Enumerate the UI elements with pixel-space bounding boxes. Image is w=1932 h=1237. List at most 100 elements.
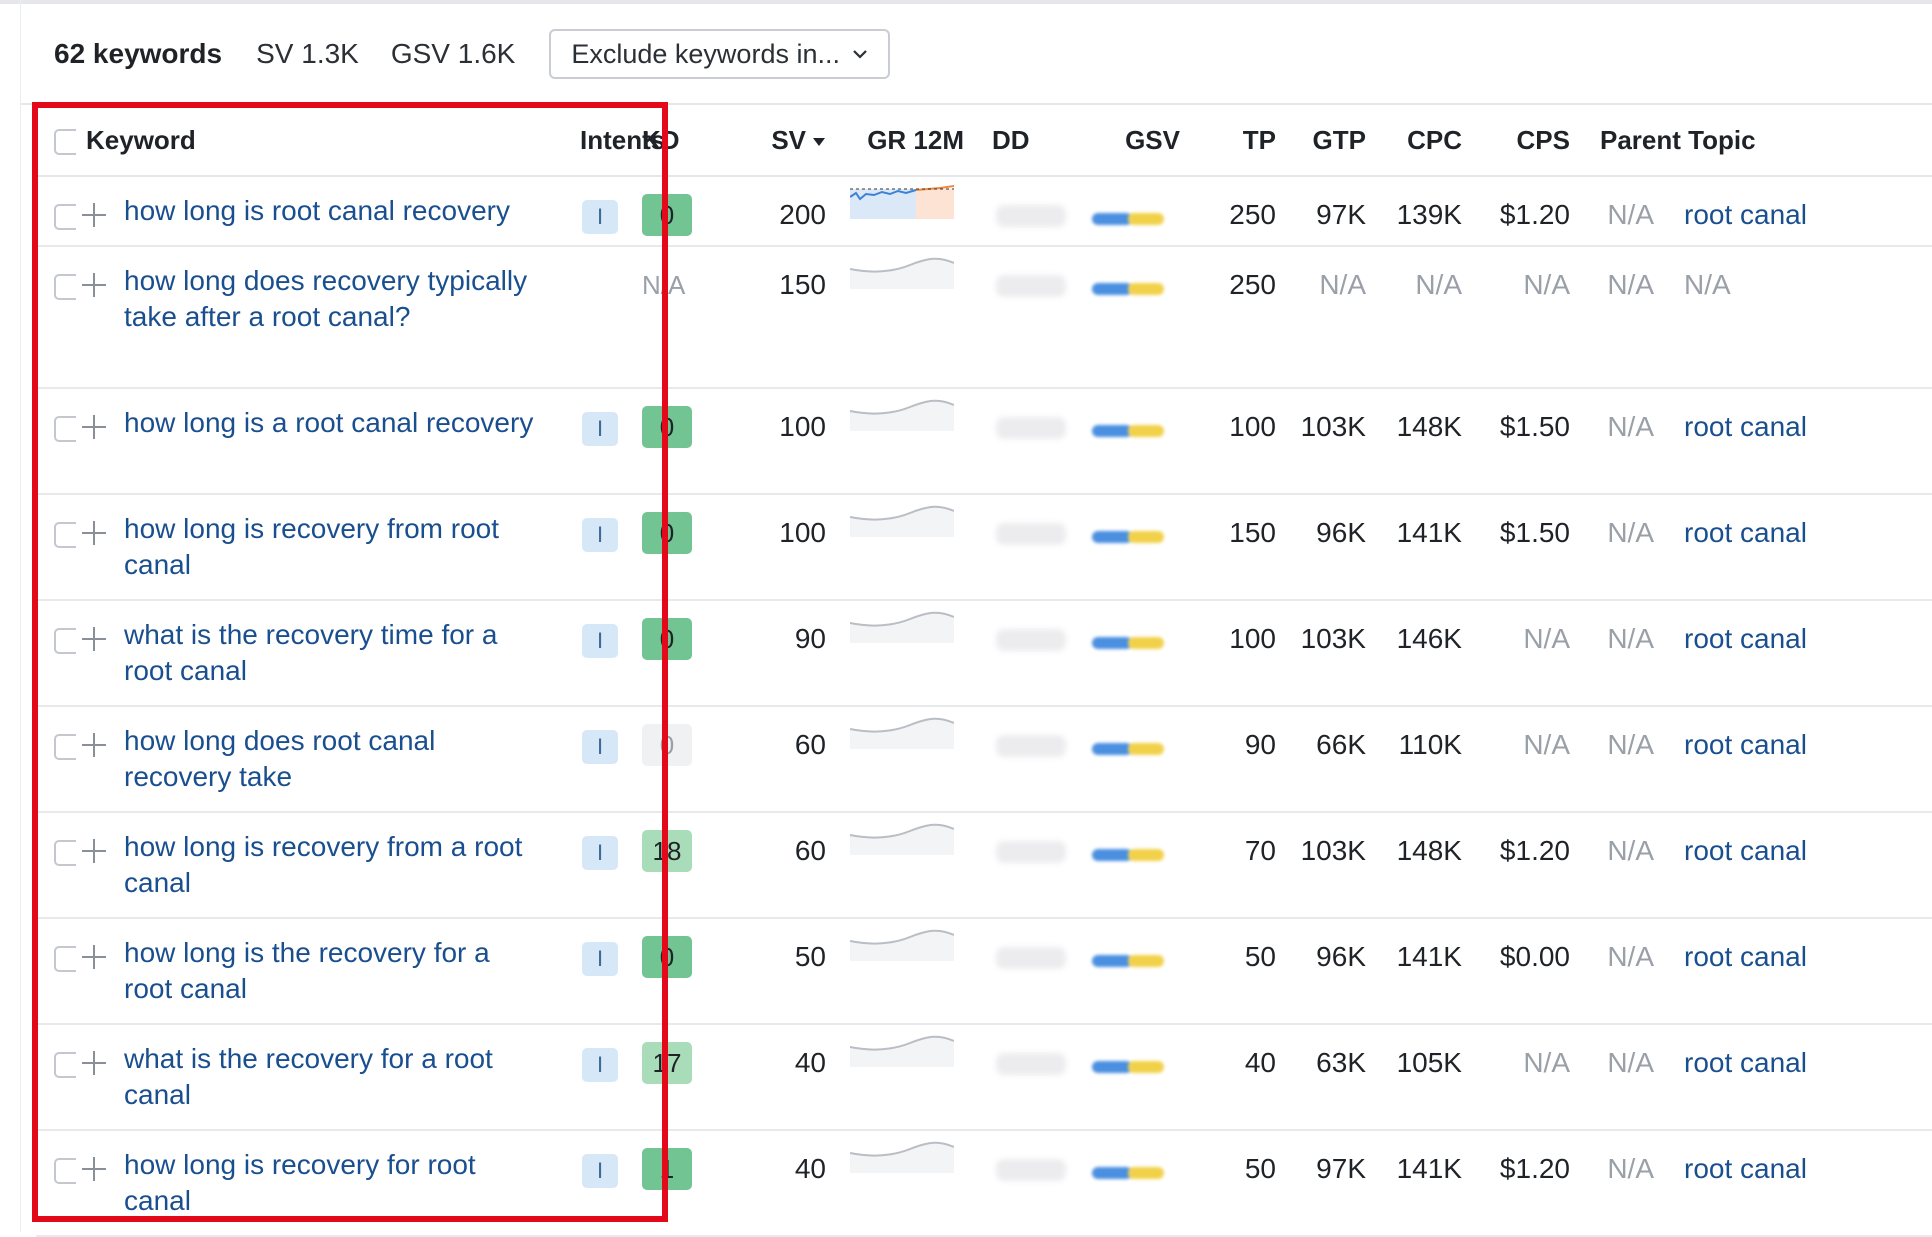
tp-value: 96K bbox=[1288, 918, 1378, 1025]
column-header-cps[interactable]: CPS bbox=[1474, 105, 1582, 177]
plus-icon[interactable] bbox=[82, 1051, 106, 1075]
parent-topic-link[interactable]: root canal bbox=[1666, 812, 1932, 919]
keywords-table: Keyword Intents KD SV GR 12M DD GSV TP G… bbox=[36, 105, 1932, 1237]
plus-icon[interactable] bbox=[82, 733, 106, 757]
cpc-value: N/A bbox=[1474, 246, 1582, 389]
gtp-value: 139K bbox=[1378, 176, 1474, 247]
plus-icon[interactable] bbox=[82, 839, 106, 863]
table-row: how long is recovery for root canal I 1 … bbox=[36, 1130, 1932, 1237]
gsv-value: 40 bbox=[1192, 1024, 1288, 1131]
keyword-link[interactable]: what is the recovery for a root canal bbox=[124, 1041, 544, 1113]
plus-icon[interactable] bbox=[82, 415, 106, 439]
column-header-intents[interactable]: Intents bbox=[560, 105, 665, 177]
plus-icon[interactable] bbox=[82, 203, 106, 227]
tp-value: 103K bbox=[1288, 600, 1378, 707]
gr12m-value bbox=[996, 523, 1066, 545]
row-checkbox[interactable] bbox=[54, 945, 76, 972]
intent-badge: I bbox=[582, 1048, 618, 1082]
column-header-keyword[interactable]: Keyword bbox=[76, 105, 560, 177]
gtp-value: 148K bbox=[1378, 812, 1474, 919]
parent-topic-link[interactable]: root canal bbox=[1666, 918, 1932, 1025]
table-row: how long is the recovery for a root cana… bbox=[36, 918, 1932, 1025]
dd-bar bbox=[1092, 531, 1164, 543]
kd-badge: 0 bbox=[642, 724, 692, 766]
keyword-link[interactable]: how long does root canal recovery take bbox=[124, 723, 544, 795]
keyword-link[interactable]: how long is root canal recovery bbox=[124, 193, 544, 229]
parent-topic-link[interactable]: N/A bbox=[1666, 246, 1932, 389]
parent-topic-link[interactable]: root canal bbox=[1666, 1130, 1932, 1237]
keyword-link[interactable]: how long is recovery from a root canal bbox=[124, 829, 544, 901]
keyword-link[interactable]: how long does recovery typically take af… bbox=[124, 263, 544, 335]
tp-value: N/A bbox=[1288, 246, 1378, 389]
gr12m-value bbox=[996, 1159, 1066, 1181]
row-checkbox[interactable] bbox=[54, 203, 76, 230]
column-header-kd[interactable]: KD bbox=[630, 105, 714, 177]
gr12m-value bbox=[996, 841, 1066, 863]
row-checkbox[interactable] bbox=[54, 1157, 76, 1184]
sv-value: 50 bbox=[714, 918, 838, 1025]
table-row: how long is root canal recovery I 0 200 … bbox=[36, 176, 1932, 247]
keyword-link[interactable]: what is the recovery time for a root can… bbox=[124, 617, 544, 689]
parent-topic-link[interactable]: root canal bbox=[1666, 176, 1932, 247]
dd-bar bbox=[1092, 425, 1164, 437]
exclude-keywords-dropdown[interactable]: Exclude keywords in... bbox=[549, 29, 890, 79]
plus-icon[interactable] bbox=[82, 273, 106, 297]
tp-value: 63K bbox=[1288, 1024, 1378, 1131]
gr12m-value bbox=[996, 205, 1066, 227]
parent-topic-link[interactable]: root canal bbox=[1666, 494, 1932, 601]
plus-icon[interactable] bbox=[82, 945, 106, 969]
sv-value: 200 bbox=[714, 176, 838, 247]
top-border bbox=[0, 0, 1932, 4]
gtp-value: 141K bbox=[1378, 494, 1474, 601]
gtp-value: 146K bbox=[1378, 600, 1474, 707]
intent-badge: I bbox=[582, 942, 618, 976]
row-checkbox[interactable] bbox=[54, 273, 76, 300]
gr12m-value bbox=[996, 417, 1066, 439]
cps-value: N/A bbox=[1582, 706, 1666, 813]
column-header-sv-label: SV bbox=[771, 124, 806, 155]
parent-topic-link[interactable]: root canal bbox=[1666, 706, 1932, 813]
column-header-gtp[interactable]: GTP bbox=[1288, 105, 1378, 177]
keyword-link[interactable]: how long is recovery from root canal bbox=[124, 511, 544, 583]
parent-topic-link[interactable]: root canal bbox=[1666, 388, 1932, 495]
gr12m-value bbox=[996, 1053, 1066, 1075]
cpc-value: $1.20 bbox=[1474, 1130, 1582, 1237]
left-border bbox=[20, 0, 21, 1232]
table-row: what is the recovery for a root canal I … bbox=[36, 1024, 1932, 1131]
cps-value: N/A bbox=[1582, 246, 1666, 389]
trend-sparkline bbox=[850, 715, 978, 749]
gtp-value: 141K bbox=[1378, 918, 1474, 1025]
row-checkbox[interactable] bbox=[54, 521, 76, 548]
plus-icon[interactable] bbox=[82, 521, 106, 545]
select-all-checkbox[interactable] bbox=[54, 128, 76, 155]
trend-sparkline bbox=[850, 609, 978, 643]
keyword-link[interactable]: how long is recovery for root canal bbox=[124, 1147, 544, 1219]
column-header-dd[interactable]: DD bbox=[978, 105, 1082, 177]
row-checkbox[interactable] bbox=[54, 733, 76, 760]
table-row: how long does recovery typically take af… bbox=[36, 246, 1932, 389]
kd-badge: 0 bbox=[642, 512, 692, 554]
keyword-link[interactable]: how long is the recovery for a root cana… bbox=[124, 935, 544, 1007]
cpc-value: $1.20 bbox=[1474, 812, 1582, 919]
column-header-parent-topic[interactable]: Parent Topic bbox=[1582, 105, 1932, 177]
row-checkbox[interactable] bbox=[54, 627, 76, 654]
column-header-gsv[interactable]: GSV bbox=[1082, 105, 1192, 177]
parent-topic-link[interactable]: root canal bbox=[1666, 1024, 1932, 1131]
tp-value: 96K bbox=[1288, 494, 1378, 601]
plus-icon[interactable] bbox=[82, 627, 106, 651]
column-header-tp[interactable]: TP bbox=[1192, 105, 1288, 177]
plus-icon[interactable] bbox=[82, 1157, 106, 1181]
column-header-cpc[interactable]: CPC bbox=[1378, 105, 1474, 177]
column-header-gr12m[interactable]: GR 12M bbox=[838, 105, 978, 177]
row-checkbox[interactable] bbox=[54, 415, 76, 442]
row-checkbox[interactable] bbox=[54, 839, 76, 866]
keyword-link[interactable]: how long is a root canal recovery bbox=[124, 405, 544, 441]
row-checkbox[interactable] bbox=[54, 1051, 76, 1078]
total-sv: SV 1.3K bbox=[256, 38, 359, 69]
cpc-value: N/A bbox=[1474, 706, 1582, 813]
kd-badge: 1 bbox=[642, 1148, 692, 1190]
kd-badge: 0 bbox=[642, 194, 692, 236]
column-header-sv[interactable]: SV bbox=[714, 105, 838, 177]
parent-topic-link[interactable]: root canal bbox=[1666, 600, 1932, 707]
dd-bar bbox=[1092, 213, 1164, 225]
